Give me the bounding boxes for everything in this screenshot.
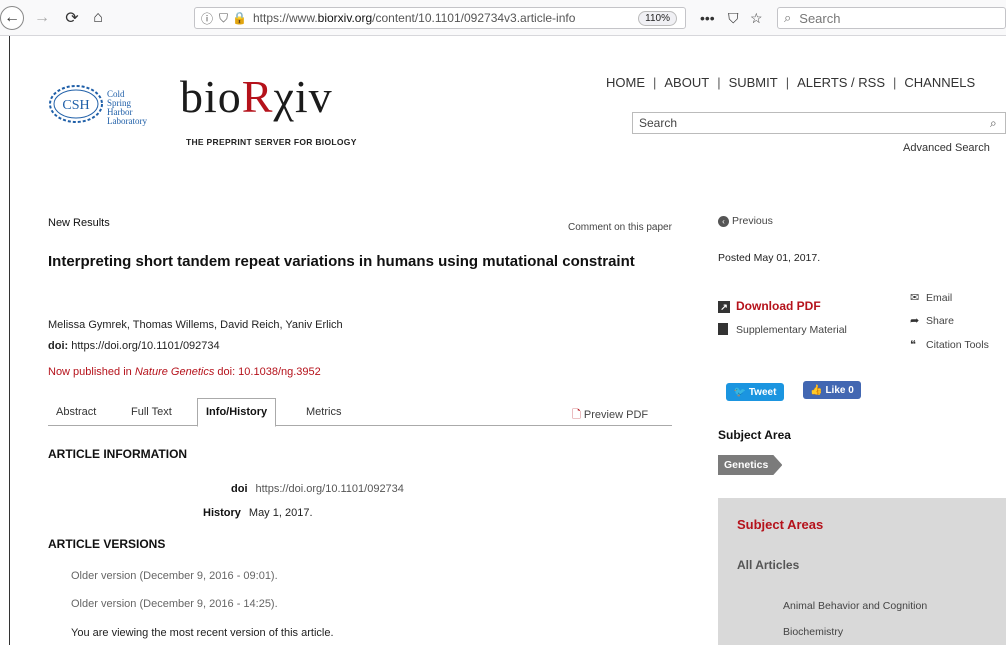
info-doi-link[interactable]: https://doi.org/10.1101/092734 [256,483,404,495]
tracking-shield-icon[interactable]: ⛉ [219,11,228,26]
subject-areas-title: Subject Areas [737,517,824,532]
doi-link[interactable]: https://doi.org/10.1101/092734 [71,340,219,352]
page-actions-icon[interactable]: ••• [700,10,715,26]
csh-logo[interactable]: CSH [48,84,104,124]
top-navigation: HOME | ABOUT | SUBMIT | ALERTS / RSS | CHANNELS [606,75,976,90]
info-doi-row: doi https://doi.org/10.1101/092734 [231,483,404,495]
url-bar[interactable]: ⓘ ⛉ 🔒 https://www.biorxiv.org/content/10… [194,7,686,29]
subject-tag-genetics[interactable]: Genetics [718,455,783,475]
bookmark-star-icon[interactable]: ☆ [750,10,763,27]
share-link[interactable]: ➦ Share [910,314,954,327]
search-icon[interactable]: ⌕ [990,116,997,131]
home-icon[interactable]: ⌂ [88,8,108,28]
subject-areas-panel: Subject Areas All Articles Animal Behavi… [718,498,1006,645]
article-versions-heading: ARTICLE VERSIONS [48,537,166,551]
share-arrow-icon: ➦ [910,315,920,327]
biorxiv-logo[interactable]: bioRχiv [180,70,333,123]
thumbs-up-icon: 👍 [810,384,826,396]
article-doi: doi: https://doi.org/10.1101/092734 [48,340,220,352]
advanced-search-link[interactable]: Advanced Search [903,142,990,154]
browser-search-input[interactable]: ⌕ Search [777,7,1006,29]
all-articles-link[interactable]: All Articles [737,558,799,572]
subject-area-item[interactable]: Animal Behavior and Cognition [783,600,927,612]
chevron-left-icon: ‹ [718,216,729,227]
nav-submit[interactable]: SUBMIT [729,75,778,90]
subject-area-item[interactable]: Biochemistry [783,626,843,638]
tab-metrics[interactable]: Metrics [306,406,341,418]
comment-on-paper-link[interactable]: Comment on this paper [568,222,672,233]
svg-text:CSH: CSH [62,98,89,113]
forward-arrow-icon[interactable]: → [32,8,52,28]
version-link[interactable]: Older version (December 9, 2016 - 14:25)… [71,598,278,610]
browser-toolbar: ← → ⟳ ⌂ ⓘ ⛉ 🔒 https://www.biorxiv.org/co… [0,0,1006,36]
reload-icon[interactable]: ⟳ [62,8,82,28]
page-left-border [9,36,10,645]
tab-abstract[interactable]: Abstract [56,406,96,418]
nav-alerts-rss[interactable]: ALERTS / RSS [797,75,885,90]
subject-area-heading: Subject Area [718,428,791,442]
current-version-note: You are viewing the most recent version … [71,627,334,639]
envelope-icon: ✉ [910,292,920,304]
pocket-icon[interactable]: ⛉ [728,10,739,27]
version-link[interactable]: Older version (December 9, 2016 - 09:01)… [71,570,278,582]
tab-info-history[interactable]: Info/History [197,398,277,427]
preview-pdf-link[interactable]: 🗋 Preview PDF [572,406,648,425]
article-title: Interpreting short tandem repeat variati… [48,253,635,270]
article-category: New Results [48,217,110,229]
zoom-level-badge[interactable]: 110% [638,11,677,26]
site-tagline: THE PREPRINT SERVER FOR BIOLOGY [186,137,357,147]
nav-channels[interactable]: CHANNELS [904,75,975,90]
nav-home[interactable]: HOME [606,75,645,90]
pdf-icon: 🗋 [572,409,581,421]
document-icon [718,323,728,335]
site-search-input[interactable]: Search [632,112,1006,134]
csh-logo-text[interactable]: Cold Spring Harbor Laboratory [107,90,147,126]
back-arrow-icon[interactable]: ← [0,6,24,30]
bird-icon: 🐦 [733,386,749,398]
info-history-row: History May 1, 2017. [203,507,313,519]
download-icon: ↗ [718,301,730,313]
download-pdf-link[interactable]: ↗ Download PDF [718,299,821,313]
article-information-heading: ARTICLE INFORMATION [48,447,188,461]
tweet-button[interactable]: 🐦 Tweet [726,383,784,401]
posted-date: Posted May 01, 2017. [718,252,821,264]
quote-icon: ❝ [910,339,916,351]
previous-link[interactable]: ‹ Previous [718,215,773,227]
supplementary-material-link[interactable]: Supplementary Material [718,323,847,336]
email-link[interactable]: ✉ Email [910,291,952,304]
info-icon[interactable]: ⓘ [201,10,213,27]
tab-full-text[interactable]: Full Text [131,406,172,418]
lock-icon[interactable]: 🔒 [232,11,247,25]
published-in-link[interactable]: Now published in Nature Genetics doi: 10… [48,366,321,378]
citation-tools-link[interactable]: ❝ Citation Tools [910,338,989,351]
url-text[interactable]: https://www.biorxiv.org/content/10.1101/… [253,11,575,25]
facebook-like-button[interactable]: 👍 Like 0 [803,381,861,399]
search-icon: ⌕ [784,10,792,25]
nav-about[interactable]: ABOUT [664,75,709,90]
article-authors[interactable]: Melissa Gymrek, Thomas Willems, David Re… [48,319,343,331]
